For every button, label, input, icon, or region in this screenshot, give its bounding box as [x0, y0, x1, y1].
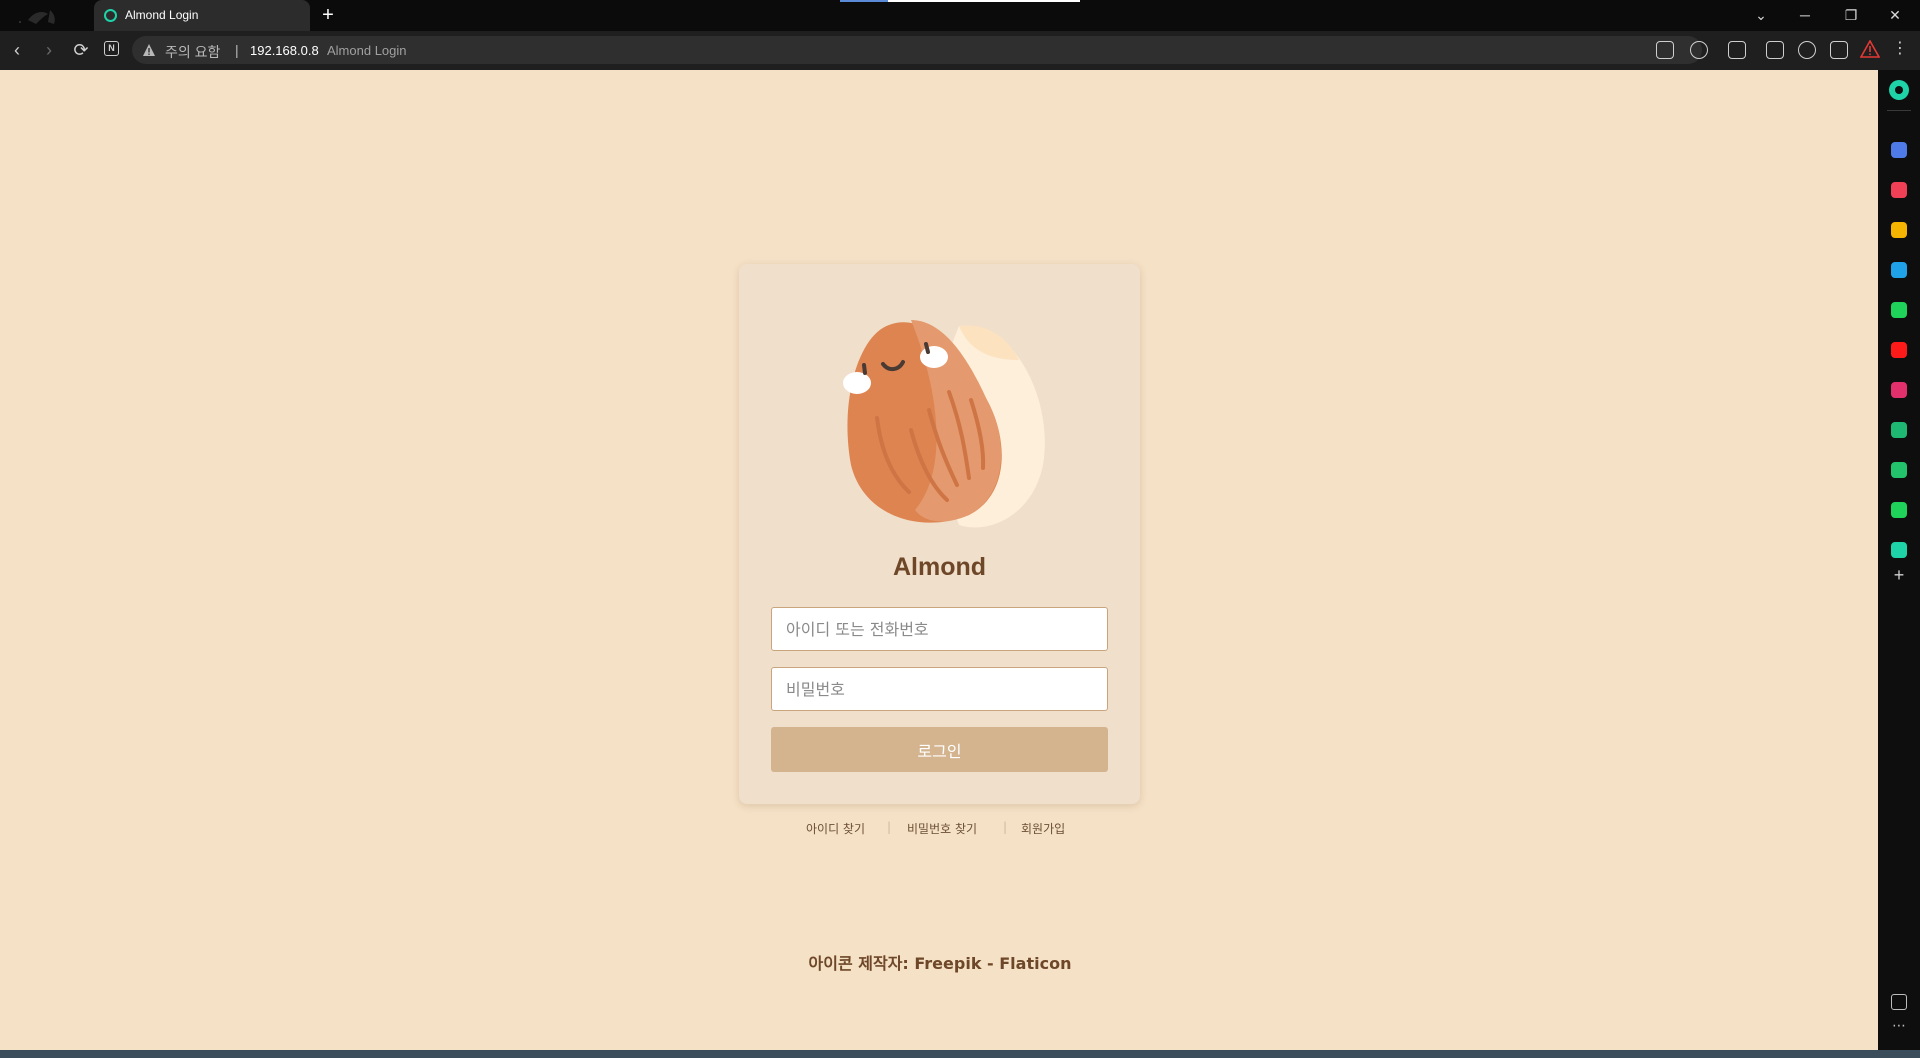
pocket-app-icon[interactable]: [1891, 182, 1907, 198]
youtube-app-icon[interactable]: [1891, 342, 1907, 358]
account-links: 아이디 찾기 | 비밀번호 찾기 | 회원가입: [739, 820, 1140, 838]
screenshot-icon[interactable]: [1798, 41, 1816, 59]
sidebar-more-icon[interactable]: ⋯: [1890, 1018, 1908, 1032]
os-taskbar: [0, 1050, 1920, 1058]
forward-button[interactable]: ›: [38, 39, 60, 61]
almond-logo-icon: [843, 320, 1045, 528]
brand-title: Almond: [892, 553, 987, 581]
green-box-app-icon[interactable]: [1891, 462, 1907, 478]
play-app-icon[interactable]: [1891, 502, 1907, 518]
warning-triangle-icon[interactable]: [142, 43, 156, 57]
tab-search-chevron-icon[interactable]: ⌄: [1746, 3, 1776, 27]
sidebar-external-link-icon[interactable]: [1891, 994, 1907, 1010]
signup-link[interactable]: 회원가입: [1021, 820, 1065, 837]
tab-search-indicator: [840, 0, 1080, 2]
icon-credit: 아이콘 제작자: Freepik - Flaticon: [808, 954, 1072, 973]
link-divider: |: [887, 820, 892, 834]
back-button[interactable]: ‹: [6, 39, 28, 61]
new-tab-button[interactable]: +: [318, 4, 338, 26]
password-input[interactable]: [771, 667, 1108, 711]
extensions-puzzle-icon[interactable]: [1728, 41, 1746, 59]
favorites-star-icon[interactable]: [1690, 41, 1708, 59]
tab-title: Almond Login: [125, 8, 199, 22]
teal-circle-app-icon[interactable]: [1891, 542, 1907, 558]
instagram-app-icon[interactable]: [1891, 382, 1907, 398]
media-player-icon[interactable]: [1766, 41, 1784, 59]
sidebar-add-icon[interactable]: +: [1890, 566, 1908, 584]
sidebar-divider: [1887, 110, 1911, 111]
restore-button[interactable]: ❐: [1836, 3, 1866, 27]
login-card: Almond 로그인: [739, 264, 1140, 804]
link-divider: |: [1003, 820, 1008, 834]
browser-toolbar: ‹ › ⟳ N 주의 요함 | 192.168.0.8 Almond Login…: [0, 31, 1920, 70]
alert-triangle-icon[interactable]: [1860, 40, 1880, 58]
browser-menu-icon[interactable]: ⋮: [1892, 38, 1908, 60]
security-status-label[interactable]: 주의 요함: [165, 42, 220, 62]
tab-favicon-icon: [104, 9, 117, 22]
reader-badge-icon[interactable]: N: [104, 41, 119, 56]
edge-app-icon[interactable]: [1891, 262, 1907, 278]
chart-app-icon[interactable]: [1891, 422, 1907, 438]
url-text[interactable]: 192.168.0.8: [250, 43, 319, 58]
browser-tab-strip: Almond Login + ⌄ ─ ❐ ✕: [0, 0, 1920, 31]
find-id-link[interactable]: 아이디 찾기: [806, 820, 865, 837]
reload-button[interactable]: ⟳: [70, 39, 92, 61]
login-button[interactable]: 로그인: [771, 727, 1108, 772]
active-tab[interactable]: Almond Login: [94, 0, 310, 31]
url-page-title: Almond Login: [327, 43, 407, 58]
split-view-icon[interactable]: [1830, 41, 1848, 59]
star-app-icon[interactable]: [1891, 222, 1907, 238]
close-window-button[interactable]: ✕: [1880, 3, 1910, 27]
id-or-phone-input[interactable]: [771, 607, 1108, 651]
share-icon[interactable]: [1656, 41, 1674, 59]
find-password-link[interactable]: 비밀번호 찾기: [907, 820, 977, 837]
address-separator: |: [235, 42, 239, 58]
app-logo-icon: [19, 10, 55, 24]
minimize-button[interactable]: ─: [1790, 3, 1820, 27]
mail-app-icon[interactable]: [1891, 142, 1907, 158]
sidebar-home-icon[interactable]: [1889, 80, 1909, 100]
address-bar[interactable]: 주의 요함 | 192.168.0.8 Almond Login: [132, 36, 1702, 64]
webtoon-app-icon[interactable]: [1891, 302, 1907, 318]
browser-sidebar: + ⋯: [1878, 70, 1920, 1050]
